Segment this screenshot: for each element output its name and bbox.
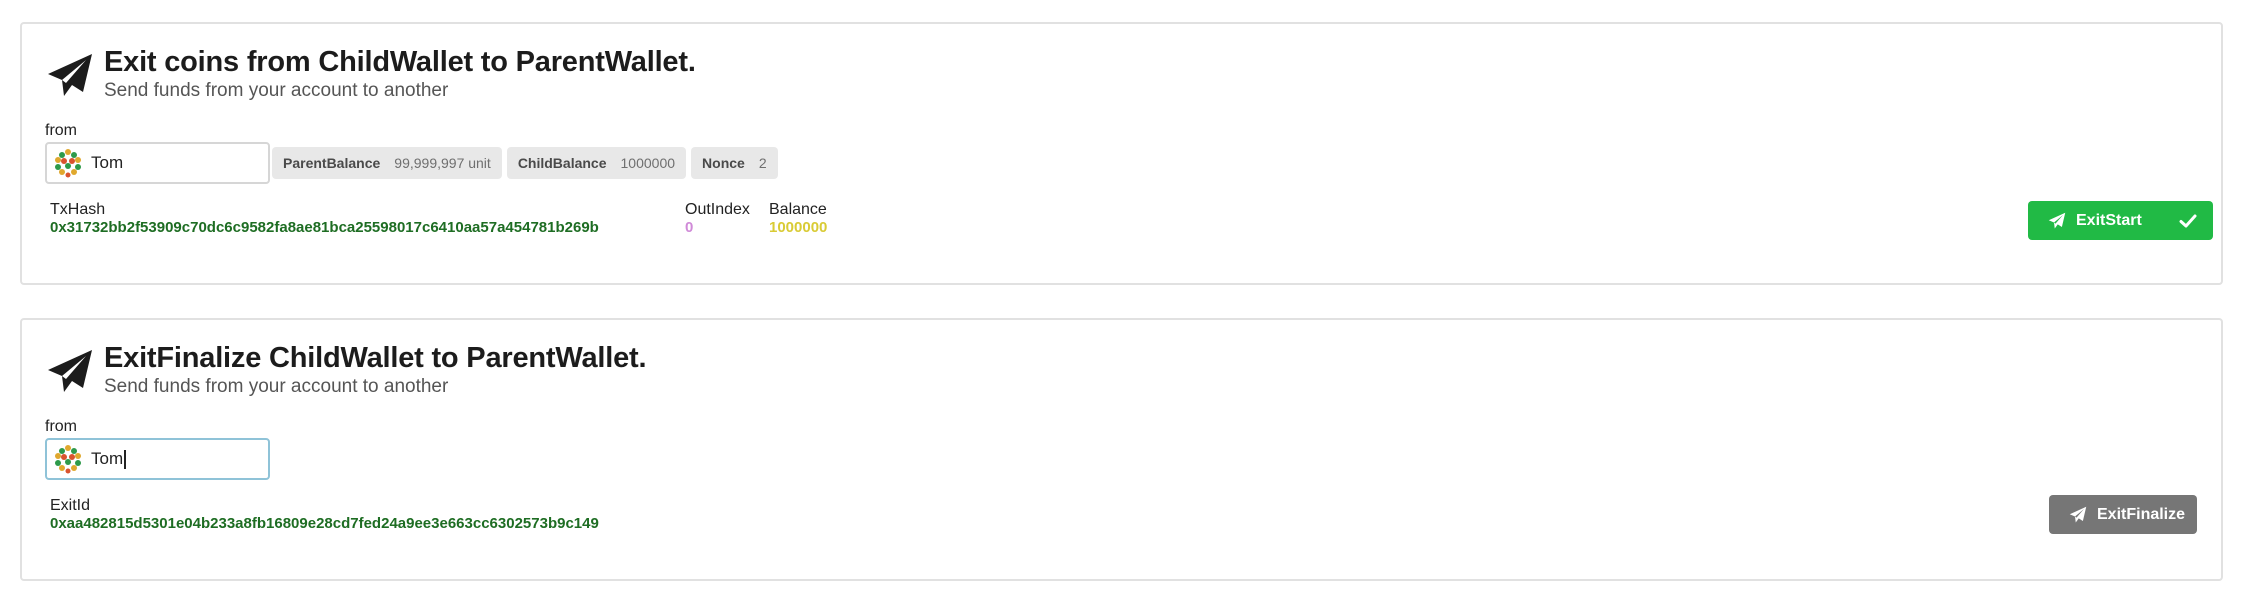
page-subtitle: Send funds from your account to another xyxy=(104,376,449,397)
paper-plane-icon xyxy=(2048,212,2066,228)
from-account-value: Tom xyxy=(91,153,124,172)
outindex-label: OutIndex xyxy=(685,201,750,218)
txhash-field: TxHash 0x31732bb2f53909c70dc6c9582fa8ae8… xyxy=(50,200,599,237)
from-label: from xyxy=(45,122,77,139)
check-icon xyxy=(2163,201,2213,240)
exitid-value: 0xaa482815d5301e04b233a8fb16809e28cd7fed… xyxy=(50,515,599,532)
outindex-value: 0 xyxy=(685,219,694,236)
parent-balance-label: ParentBalance 99,999,997 unit xyxy=(272,147,502,179)
child-balance-label: ChildBalance 1000000 xyxy=(506,147,687,179)
exitid-field: ExitId 0xaa482815d5301e04b233a8fb16809e2… xyxy=(50,496,599,533)
txhash-label: TxHash xyxy=(50,201,106,218)
exit-start-button-label: ExitStart xyxy=(2076,211,2142,229)
exit-start-button[interactable]: ExitStart xyxy=(2028,201,2213,240)
txhash-value: 0x31732bb2f53909c70dc6c9582fa8ae81bca255… xyxy=(50,219,599,236)
from-account-value: Tom xyxy=(91,449,124,468)
balance-label: Balance xyxy=(769,201,827,218)
from-label: from xyxy=(45,418,77,435)
exit-start-panel: Exit coins from ChildWallet to ParentWal… xyxy=(20,22,2223,285)
text-cursor xyxy=(124,449,127,469)
paper-plane-icon xyxy=(48,350,92,392)
from-account-dropdown[interactable]: Tom xyxy=(45,142,270,184)
nonce-label: Nonce 2 xyxy=(691,147,778,179)
page-title: Exit coins from ChildWallet to ParentWal… xyxy=(104,46,696,78)
balance-labels: ParentBalance 99,999,997 unit ChildBalan… xyxy=(272,147,778,179)
exit-finalize-panel: ExitFinalize ChildWallet to ParentWallet… xyxy=(20,318,2223,581)
outindex-field: OutIndex 0 xyxy=(685,200,750,237)
page-subtitle: Send funds from your account to another xyxy=(104,80,449,101)
identicon-avatar xyxy=(54,149,82,178)
page-title: ExitFinalize ChildWallet to ParentWallet… xyxy=(104,342,647,374)
identicon-avatar xyxy=(54,445,82,474)
balance-field: Balance 1000000 xyxy=(769,200,827,237)
exit-finalize-button[interactable]: ExitFinalize xyxy=(2049,495,2197,534)
balance-value: 1000000 xyxy=(769,219,828,236)
exitid-label: ExitId xyxy=(50,497,91,514)
exit-finalize-header: ExitFinalize ChildWallet to ParentWallet… xyxy=(46,340,647,400)
paper-plane-icon xyxy=(48,54,92,96)
exit-finalize-button-label: ExitFinalize xyxy=(2097,505,2186,523)
paper-plane-icon xyxy=(2069,506,2087,522)
exit-start-header: Exit coins from ChildWallet to ParentWal… xyxy=(46,44,696,104)
from-account-dropdown[interactable]: Tom xyxy=(45,438,270,480)
